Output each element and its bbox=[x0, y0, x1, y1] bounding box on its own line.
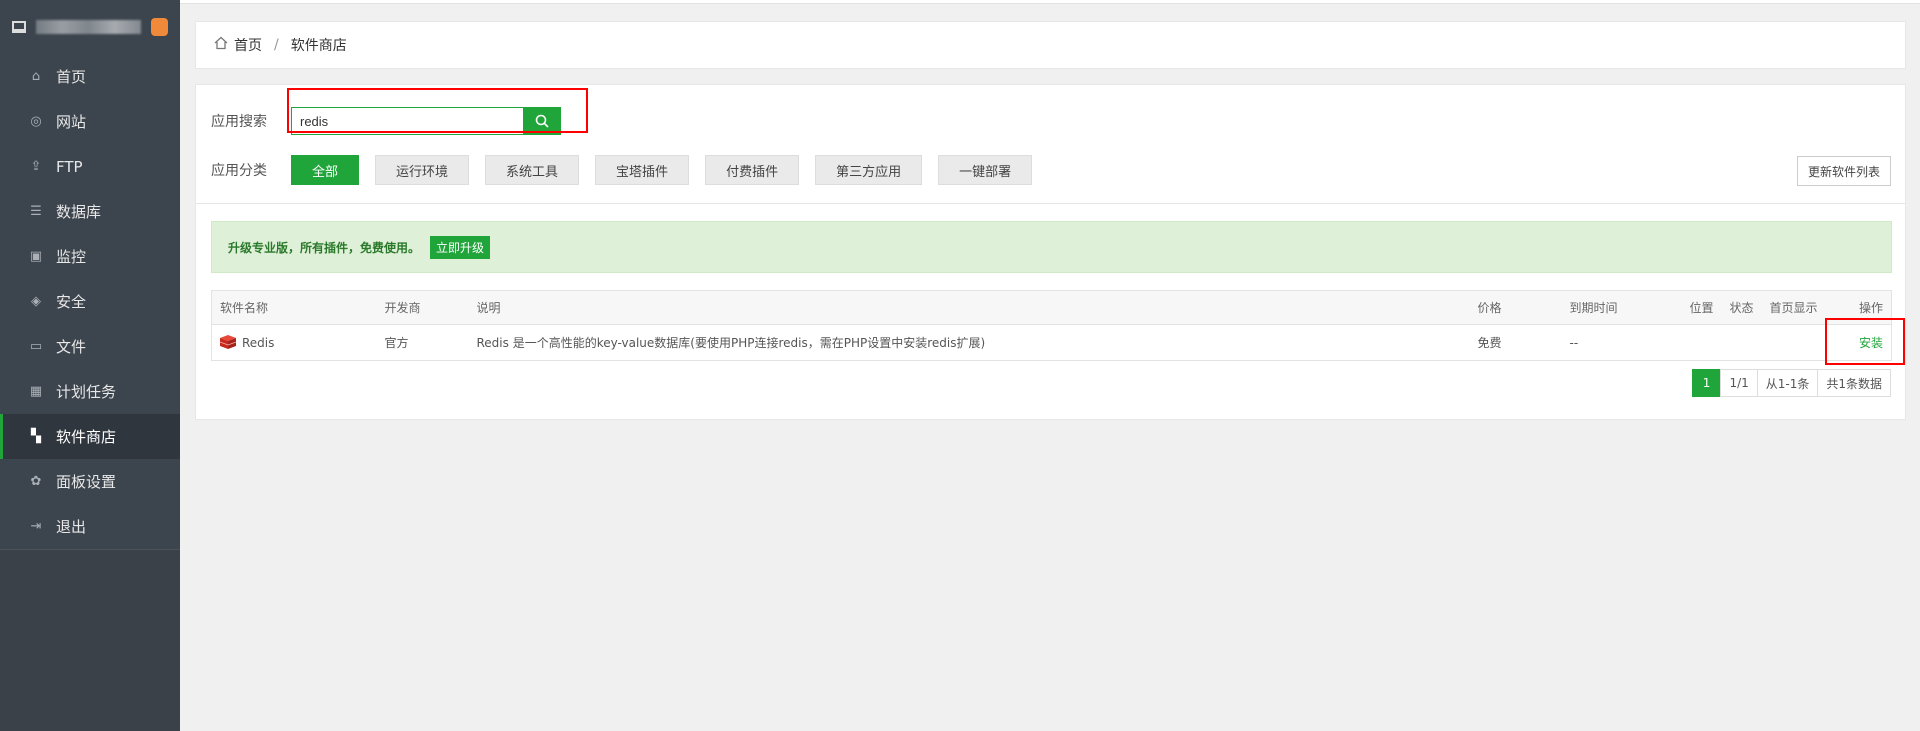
col-home-display: 首页显示 bbox=[1761, 290, 1832, 325]
category-label: 应用分类 bbox=[211, 163, 267, 179]
col-description: 说明 bbox=[468, 290, 1470, 325]
sidebar-item-label: 监控 bbox=[56, 248, 87, 266]
search-label: 应用搜索 bbox=[211, 114, 267, 130]
sidebar-item-shield[interactable]: ◈ 安全 bbox=[0, 279, 180, 324]
col-location: 位置 bbox=[1681, 290, 1722, 325]
software-table: 软件名称 开发商 说明 价格 到期时间 位置 状态 首页显示 操作 Redis … bbox=[211, 290, 1892, 361]
software-name[interactable]: Redis bbox=[242, 336, 274, 350]
location-cell bbox=[1682, 325, 1722, 361]
monitor-logo-icon bbox=[12, 21, 26, 33]
col-status: 状态 bbox=[1721, 290, 1762, 325]
sidebar-item-label: FTP bbox=[56, 157, 83, 176]
search-highlight-box bbox=[287, 88, 588, 133]
sidebar-item-calendar[interactable]: ▦ 计划任务 bbox=[0, 369, 180, 414]
divider bbox=[196, 203, 1905, 204]
calendar-icon: ▦ bbox=[29, 384, 43, 399]
database-icon: ☰ bbox=[30, 204, 42, 219]
sidebar-item-ftp[interactable]: ⇪ FTP bbox=[0, 144, 180, 189]
refresh-software-list-button[interactable]: 更新软件列表 bbox=[1796, 156, 1891, 186]
category-tab[interactable]: 一键部署 bbox=[938, 155, 1033, 185]
breadcrumb: 首页 / 软件商店 bbox=[195, 21, 1906, 69]
category-row: 应用分类 全部 运行环境 系统工具 宝塔插件 付费插件 第三方应用 一键部署 bbox=[211, 155, 1048, 185]
sidebar-item-apps[interactable]: ▚ 软件商店 bbox=[0, 414, 180, 459]
sidebar-item-label: 退出 bbox=[56, 518, 87, 536]
server-name-blurred bbox=[35, 20, 141, 34]
col-price[interactable]: 价格 bbox=[1469, 290, 1562, 325]
status-cell bbox=[1722, 325, 1762, 361]
globe-icon: ◎ bbox=[30, 114, 42, 129]
page-total: 共1条数据 bbox=[1817, 369, 1891, 397]
sidebar-item-monitor[interactable]: ▣ 监控 bbox=[0, 234, 180, 279]
sidebar-menu: ⌂ 首页 ◎ 网站 ⇪ FTP ☰ 数据库 ▣ 监控 ◈ 安全 ▭ 文件 ▦ 计划任务 ▚ 软件商店 ✿ 面板设置 ⇥ 退… bbox=[0, 54, 180, 549]
sidebar-item-logout[interactable]: ⇥ 退出 bbox=[0, 504, 180, 549]
sidebar-item-label: 数据库 bbox=[56, 203, 102, 221]
sidebar-item-label: 首页 bbox=[56, 68, 87, 86]
table-header-row: 软件名称 开发商 说明 价格 到期时间 位置 状态 首页显示 操作 bbox=[211, 290, 1892, 325]
sidebar-item-label: 面板设置 bbox=[56, 473, 117, 491]
price-cell: 免费 bbox=[1477, 336, 1502, 350]
sidebar: ⌂ 首页 ◎ 网站 ⇪ FTP ☰ 数据库 ▣ 监控 ◈ 安全 ▭ 文件 ▦ 计划任务 ▚ 软件商店 ✿ 面板设置 ⇥ 退… bbox=[0, 0, 180, 731]
sidebar-item-label: 计划任务 bbox=[56, 383, 117, 401]
category-tabs: 全部 运行环境 系统工具 宝塔插件 付费插件 第三方应用 一键部署 bbox=[291, 155, 1048, 185]
description-cell: Redis 是一个高性能的key-value数据库(要使用PHP连接redis，… bbox=[476, 336, 986, 350]
category-tab[interactable]: 付费插件 bbox=[705, 155, 800, 185]
page-current[interactable]: 1 bbox=[1691, 369, 1722, 397]
upgrade-now-button[interactable]: 立即升级 bbox=[430, 235, 491, 259]
home-icon: ⌂ bbox=[31, 69, 41, 84]
software-name-cell: Redis bbox=[212, 325, 377, 361]
sidebar-footer-area bbox=[0, 550, 180, 731]
category-tab[interactable]: 运行环境 bbox=[375, 155, 470, 185]
sidebar-item-home[interactable]: ⌂ 首页 bbox=[0, 54, 180, 99]
sidebar-item-label: 安全 bbox=[56, 293, 87, 311]
sidebar-item-folder[interactable]: ▭ 文件 bbox=[0, 324, 180, 369]
category-tab[interactable]: 第三方应用 bbox=[815, 155, 923, 185]
sidebar-item-label: 文件 bbox=[56, 338, 87, 356]
category-tab[interactable]: 宝塔插件 bbox=[595, 155, 690, 185]
breadcrumb-current: 软件商店 bbox=[290, 38, 347, 54]
folder-icon: ▭ bbox=[29, 339, 43, 354]
upgrade-promo-banner: 升级专业版，所有插件，免费使用。 立即升级 bbox=[211, 221, 1892, 273]
redis-icon bbox=[220, 335, 236, 349]
logout-icon: ⇥ bbox=[30, 519, 42, 534]
page-range: 从1-1条 bbox=[1756, 369, 1819, 397]
apps-icon: ▚ bbox=[31, 429, 41, 444]
pagination: 1 1/1 从1-1条 共1条数据 bbox=[1691, 369, 1891, 397]
sidebar-item-gear[interactable]: ✿ 面板设置 bbox=[0, 459, 180, 504]
expire-cell: -- bbox=[1569, 335, 1579, 350]
col-developer: 开发商 bbox=[376, 290, 469, 325]
col-expire[interactable]: 到期时间 bbox=[1561, 290, 1682, 325]
install-highlight-box bbox=[1825, 318, 1905, 365]
sidebar-item-label: 软件商店 bbox=[56, 428, 117, 446]
top-border bbox=[0, 0, 1920, 4]
sidebar-item-database[interactable]: ☰ 数据库 bbox=[0, 189, 180, 234]
col-software-name[interactable]: 软件名称 bbox=[211, 290, 377, 325]
monitor-icon: ▣ bbox=[29, 249, 43, 264]
notification-badge-icon[interactable] bbox=[150, 18, 168, 36]
page-count: 1/1 bbox=[1720, 369, 1758, 397]
category-tab[interactable]: 系统工具 bbox=[485, 155, 580, 185]
shield-icon: ◈ bbox=[31, 294, 41, 309]
ftp-icon: ⇪ bbox=[30, 159, 42, 174]
developer-cell: 官方 bbox=[384, 336, 409, 350]
breadcrumb-home-link[interactable]: 首页 bbox=[234, 35, 262, 55]
table-row: Redis 官方 Redis 是一个高性能的key-value数据库(要使用PH… bbox=[212, 325, 1892, 361]
breadcrumb-separator: / bbox=[274, 37, 279, 53]
home-icon bbox=[214, 36, 228, 54]
sidebar-item-label: 网站 bbox=[56, 113, 87, 131]
gear-icon: ✿ bbox=[30, 474, 42, 489]
sidebar-item-globe[interactable]: ◎ 网站 bbox=[0, 99, 180, 144]
category-tab[interactable]: 全部 bbox=[291, 155, 360, 185]
home-display-cell bbox=[1762, 325, 1832, 361]
promo-text: 升级专业版，所有插件，免费使用。 bbox=[228, 240, 421, 255]
software-store-panel: 应用搜索 应用分类 全部运行环境系统工具宝塔插件付费插件第三方应用一键部署 更新… bbox=[195, 84, 1906, 420]
brand bbox=[0, 0, 180, 54]
